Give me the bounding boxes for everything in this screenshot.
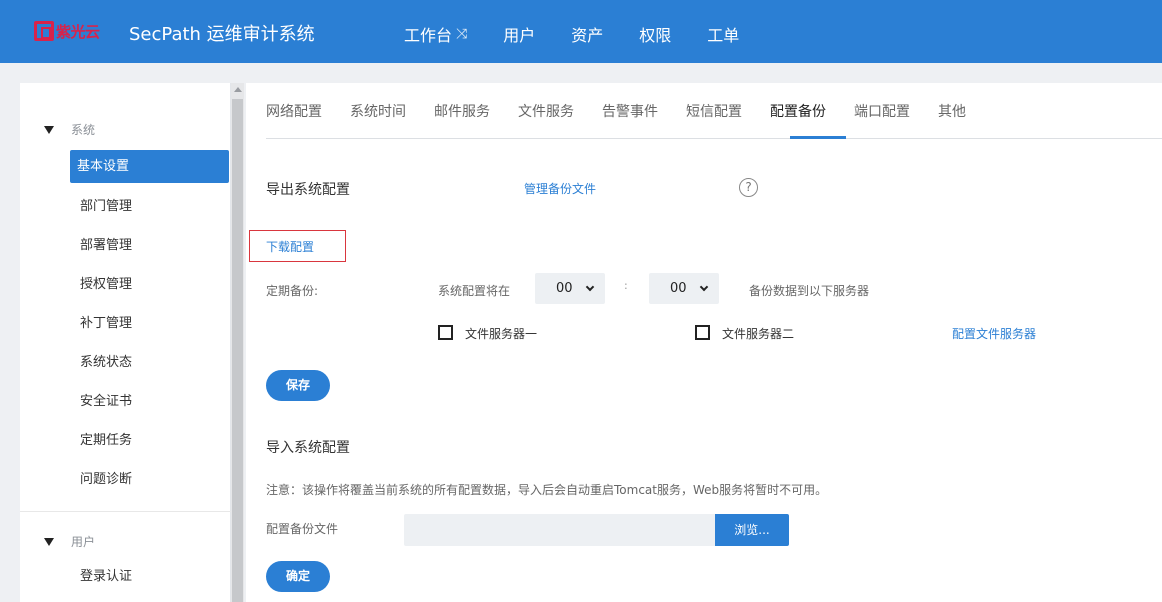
top-bar: 紫光云 SecPath 运维审计系统 工作台 ⤨ 用户 资产 权限 工单 bbox=[0, 0, 1162, 63]
minute-value: 00 bbox=[670, 281, 687, 296]
shuffle-icon: ⤨ bbox=[456, 26, 468, 42]
sidebar-group-label: 系统 bbox=[71, 123, 96, 137]
configure-file-server-link[interactable]: 配置文件服务器 bbox=[952, 325, 1036, 342]
help-icon[interactable]: ? bbox=[739, 178, 758, 197]
schedule-prefix: 系统配置将在 bbox=[438, 284, 511, 298]
tab-mail[interactable]: 邮件服务 bbox=[434, 101, 490, 121]
export-title: 导出系统配置 bbox=[266, 182, 350, 198]
tab-alarm-events[interactable]: 告警事件 bbox=[602, 101, 658, 121]
tab-file-service[interactable]: 文件服务 bbox=[518, 101, 574, 121]
save-button[interactable]: 保存 bbox=[266, 370, 330, 401]
sidebar-item-authorization[interactable]: 授权管理 bbox=[70, 268, 229, 301]
tab-other[interactable]: 其他 bbox=[938, 101, 966, 121]
sidebar-item-scheduled-tasks[interactable]: 定期任务 bbox=[70, 424, 229, 457]
manage-backup-link[interactable]: 管理备份文件 bbox=[524, 180, 596, 197]
schedule-label: 定期备份: bbox=[266, 284, 319, 298]
nav-workbench[interactable]: 工作台 ⤨ bbox=[404, 22, 467, 46]
hour-select[interactable]: 00 bbox=[535, 273, 605, 304]
nav-assets[interactable]: 资产 bbox=[571, 22, 603, 46]
scroll-up-arrow-icon[interactable] bbox=[234, 87, 242, 92]
tab-bar: 网络配置 系统时间 邮件服务 文件服务 告警事件 短信配置 配置备份 端口配置 … bbox=[266, 83, 1162, 139]
nav-workbench-label: 工作台 bbox=[404, 26, 453, 45]
sidebar-item-diagnostics[interactable]: 问题诊断 bbox=[70, 463, 229, 496]
collapse-triangle-icon bbox=[44, 537, 54, 546]
confirm-button[interactable]: 确定 bbox=[266, 561, 330, 592]
server-two-checkbox[interactable] bbox=[695, 325, 710, 340]
hour-value: 00 bbox=[556, 281, 573, 296]
active-tab-indicator bbox=[790, 136, 846, 139]
nav-users[interactable]: 用户 bbox=[503, 22, 535, 46]
logo-icon bbox=[34, 21, 54, 41]
sidebar-group-system[interactable]: 系统 bbox=[44, 121, 95, 138]
nav-permissions[interactable]: 权限 bbox=[639, 22, 671, 46]
download-config-link[interactable]: 下载配置 bbox=[266, 238, 314, 255]
sidebar-scrollbar[interactable] bbox=[231, 83, 244, 602]
tab-ports[interactable]: 端口配置 bbox=[854, 101, 910, 121]
brand-logo: 紫光云 bbox=[34, 19, 100, 43]
time-separator: : bbox=[624, 279, 628, 292]
sidebar-group-label: 用户 bbox=[71, 535, 96, 549]
tab-system-time[interactable]: 系统时间 bbox=[350, 101, 406, 121]
sidebar-item-patches[interactable]: 补丁管理 bbox=[70, 307, 229, 340]
nav-tickets[interactable]: 工单 bbox=[707, 22, 739, 46]
tab-sms[interactable]: 短信配置 bbox=[686, 101, 742, 121]
sidebar-item-deployment[interactable]: 部署管理 bbox=[70, 229, 229, 262]
import-notice: 注意：该操作将覆盖当前系统的所有配置数据，导入后会自动重启Tomcat服务，We… bbox=[266, 483, 828, 497]
app-title: SecPath 运维审计系统 bbox=[129, 24, 315, 45]
sidebar-item-basic-settings[interactable]: 基本设置 bbox=[70, 150, 229, 183]
main-panel: 网络配置 系统时间 邮件服务 文件服务 告警事件 短信配置 配置备份 端口配置 … bbox=[246, 83, 1162, 602]
backup-file-input[interactable] bbox=[404, 514, 716, 546]
server-one-checkbox[interactable] bbox=[438, 325, 453, 340]
top-nav: 工作台 ⤨ 用户 资产 权限 工单 bbox=[404, 22, 775, 46]
sidebar-item-departments[interactable]: 部门管理 bbox=[70, 190, 229, 223]
server-two-label: 文件服务器二 bbox=[722, 327, 795, 341]
scroll-thumb[interactable] bbox=[232, 99, 243, 602]
chevron-down-icon bbox=[585, 282, 595, 292]
tab-config-backup[interactable]: 配置备份 bbox=[770, 101, 826, 121]
sidebar-item-login-auth[interactable]: 登录认证 bbox=[70, 560, 229, 593]
schedule-suffix: 备份数据到以下服务器 bbox=[749, 284, 870, 298]
sidebar: 系统 基本设置 部门管理 部署管理 授权管理 补丁管理 系统状态 安全证书 定期… bbox=[20, 83, 231, 602]
sidebar-item-system-status[interactable]: 系统状态 bbox=[70, 346, 229, 379]
chevron-down-icon bbox=[699, 282, 709, 292]
sidebar-item-certificates[interactable]: 安全证书 bbox=[70, 385, 229, 418]
file-label: 配置备份文件 bbox=[266, 522, 339, 536]
browse-button[interactable]: 浏览... bbox=[715, 514, 789, 546]
tab-network[interactable]: 网络配置 bbox=[266, 101, 322, 121]
logo-text: 紫光云 bbox=[56, 22, 100, 41]
minute-select[interactable]: 00 bbox=[649, 273, 719, 304]
server-one-label: 文件服务器一 bbox=[465, 327, 538, 341]
sidebar-divider bbox=[20, 511, 231, 512]
import-title: 导入系统配置 bbox=[266, 440, 350, 456]
collapse-triangle-icon bbox=[44, 125, 54, 134]
sidebar-group-users[interactable]: 用户 bbox=[44, 533, 95, 550]
